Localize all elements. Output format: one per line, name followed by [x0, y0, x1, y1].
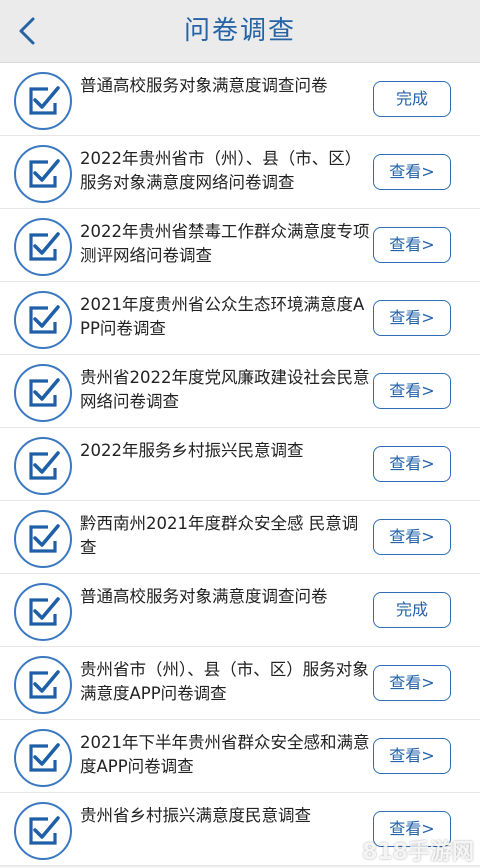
survey-title: 2021年下半年贵州省群众安全感和满意度APP问卷调查 — [80, 733, 370, 776]
checkbox-checked-icon — [14, 802, 72, 860]
checkbox-checked-icon — [14, 145, 72, 203]
view-button[interactable]: 查看> — [373, 373, 451, 409]
list-item[interactable]: 普通高校服务对象满意度调查问卷 完成 — [0, 574, 480, 647]
survey-title: 2022年贵州省市（州）、县（市、区）服务对象满意度网络问卷调查 — [80, 149, 362, 192]
complete-button[interactable]: 完成 — [373, 592, 451, 628]
survey-title: 普通高校服务对象满意度调查问卷 — [80, 587, 328, 606]
checkbox-checked-icon — [14, 583, 72, 641]
list-item[interactable]: 2021年度贵州省公众生态环境满意度APP问卷调查 查看> — [0, 282, 480, 355]
checkbox-checked-icon — [14, 656, 72, 714]
list-item[interactable]: 贵州省市（州）、县（市、区）服务对象满意度APP问卷调查 查看> — [0, 647, 480, 720]
survey-title: 2021年度贵州省公众生态环境满意度APP问卷调查 — [80, 295, 365, 338]
page-title: 问卷调查 — [183, 16, 296, 46]
survey-title: 2022年服务乡村振兴民意调查 — [80, 441, 304, 460]
checkbox-checked-icon — [14, 291, 72, 349]
view-button[interactable]: 查看> — [373, 665, 451, 701]
survey-title: 2022年贵州省禁毒工作群众满意度专项测评网络问卷调查 — [80, 222, 370, 265]
checkbox-checked-icon — [14, 437, 72, 495]
complete-button[interactable]: 完成 — [373, 81, 451, 117]
checkbox-checked-icon — [14, 72, 72, 130]
app-header: 问卷调查 — [0, 0, 480, 63]
checkbox-checked-icon — [14, 218, 72, 276]
list-item[interactable]: 2022年服务乡村振兴民意调查 查看> — [0, 428, 480, 501]
survey-title: 贵州省乡村振兴满意度民意调查 — [80, 806, 311, 825]
checkbox-checked-icon — [14, 364, 72, 422]
view-button[interactable]: 查看> — [373, 227, 451, 263]
checkbox-checked-icon — [14, 510, 72, 568]
survey-title: 贵州省市（州）、县（市、区）服务对象满意度APP问卷调查 — [80, 660, 369, 703]
watermark: 818手游网 — [362, 840, 474, 865]
view-button[interactable]: 查看> — [373, 300, 451, 336]
view-button[interactable]: 查看> — [373, 519, 451, 555]
survey-title: 普通高校服务对象满意度调查问卷 — [80, 76, 328, 95]
list-item[interactable]: 2022年贵州省禁毒工作群众满意度专项测评网络问卷调查 查看> — [0, 209, 480, 282]
list-item[interactable]: 黔西南州2021年度群众安全感 民意调查 查看> — [0, 501, 480, 574]
survey-title: 黔西南州2021年度群众安全感 民意调查 — [80, 514, 359, 557]
view-button[interactable]: 查看> — [373, 154, 451, 190]
list-item[interactable]: 贵州省2022年度党风廉政建设社会民意网络问卷调查 查看> — [0, 355, 480, 428]
list-item[interactable]: 2022年贵州省市（州）、县（市、区）服务对象满意度网络问卷调查 查看> — [0, 136, 480, 209]
list-item[interactable]: 普通高校服务对象满意度调查问卷 完成 — [0, 63, 480, 136]
checkbox-checked-icon — [14, 729, 72, 787]
list-item[interactable]: 2021年下半年贵州省群众安全感和满意度APP问卷调查 查看> — [0, 720, 480, 793]
view-button[interactable]: 查看> — [373, 738, 451, 774]
survey-list: 普通高校服务对象满意度调查问卷 完成 2022年贵州省市（州）、县（市、区）服务对象… — [0, 63, 480, 866]
view-button[interactable]: 查看> — [373, 446, 451, 482]
survey-title: 贵州省2022年度党风廉政建设社会民意网络问卷调查 — [80, 368, 370, 411]
